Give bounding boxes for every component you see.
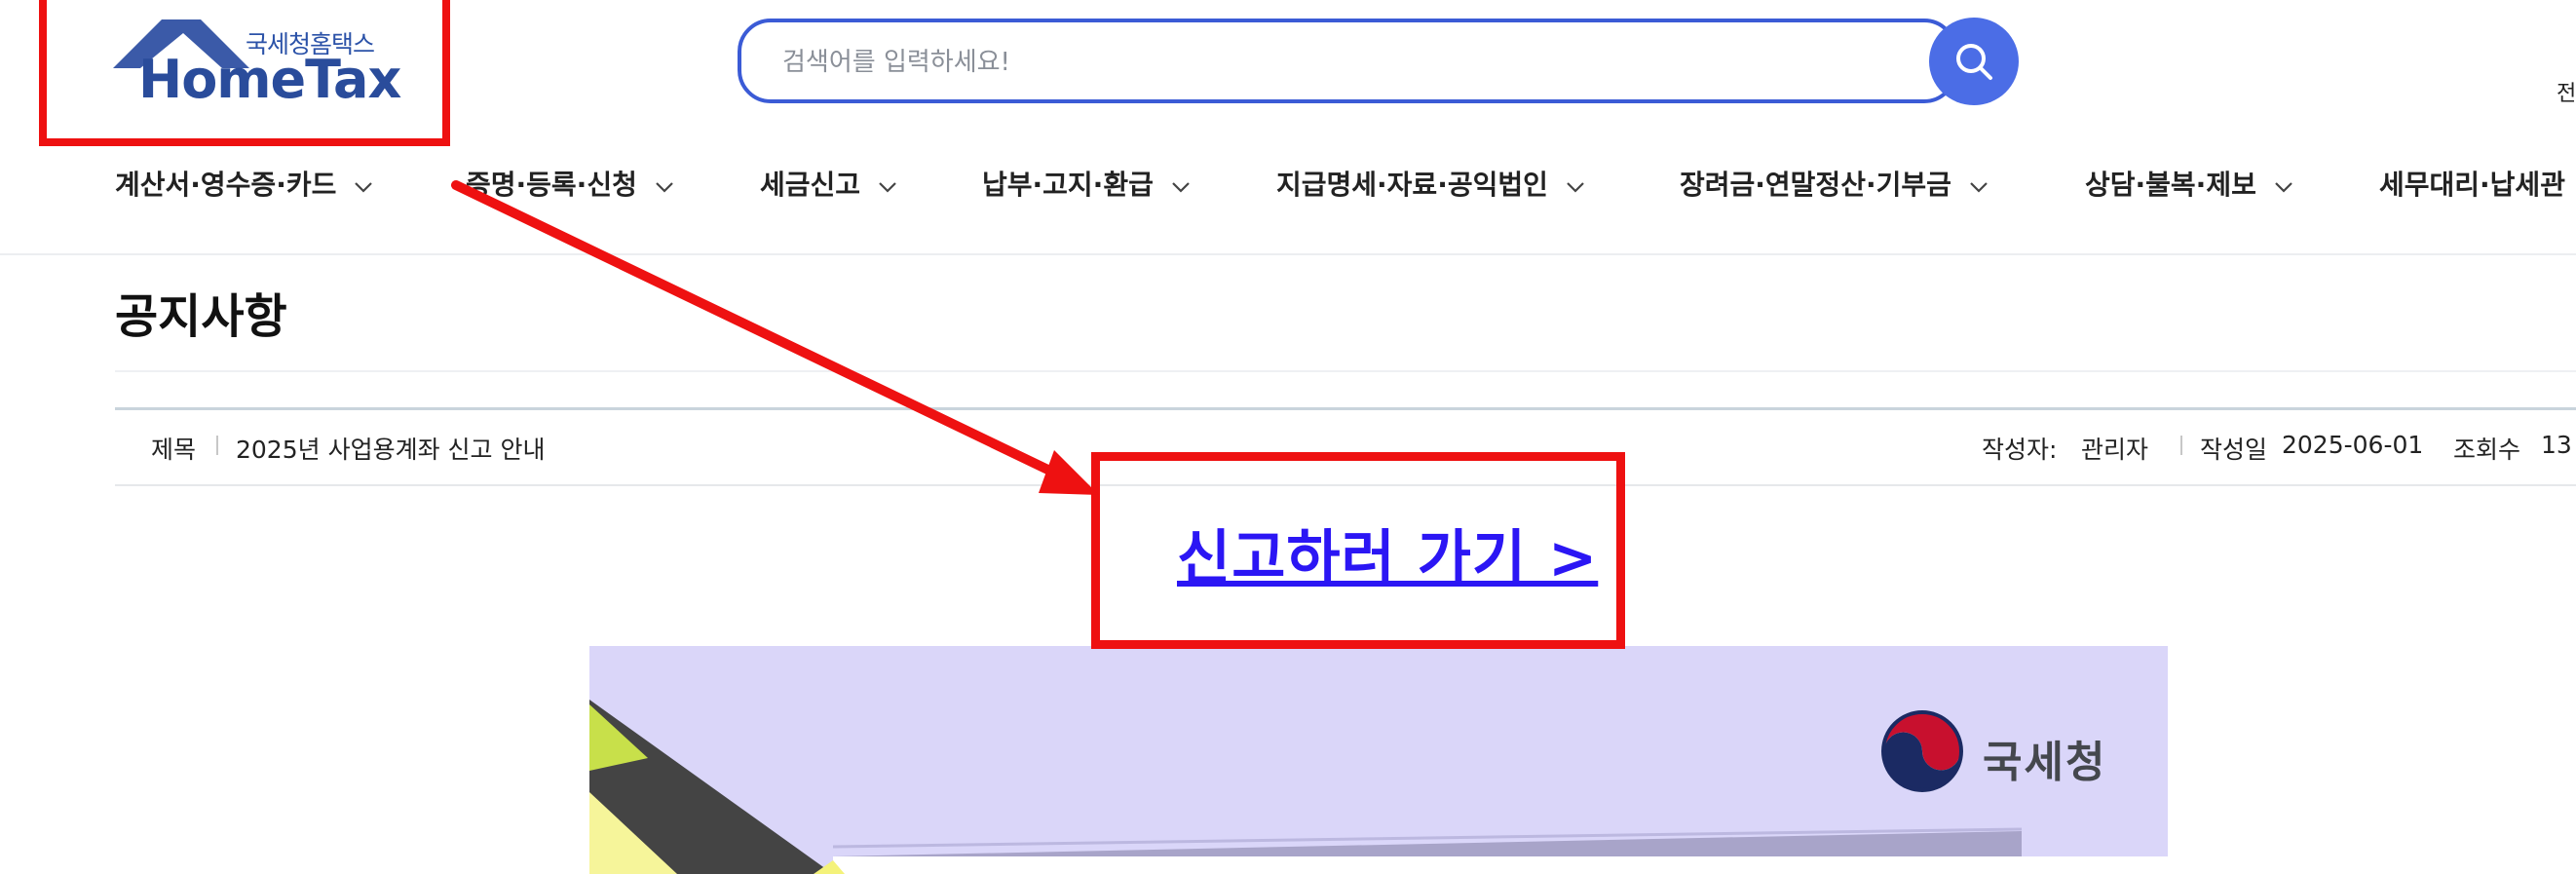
annotation-arrow — [451, 180, 1099, 495]
